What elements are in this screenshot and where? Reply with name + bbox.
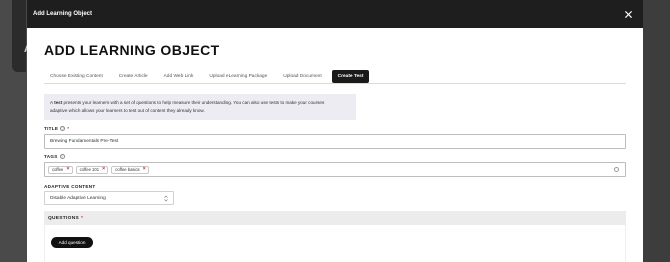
add-question-button[interactable]: Add question — [51, 237, 93, 248]
page-title: ADD LEARNING OBJECT — [44, 42, 220, 58]
adaptive-content-label-text: ADAPTIVE CONTENT — [44, 184, 96, 189]
add-learning-object-modal: Add Learning Object ADD LEARNING OBJECT … — [27, 0, 643, 262]
tag-label: coffee — [52, 167, 64, 172]
tags-status-icon — [614, 167, 619, 172]
tab-add-web-link[interactable]: Add Web Link — [158, 70, 200, 83]
background-sidebar — [12, 0, 26, 72]
tab-choose-existing-content[interactable]: Choose Existing Content — [44, 70, 109, 83]
tags-label-text: TAGS — [44, 154, 58, 159]
help-icon[interactable]: ? — [60, 126, 66, 131]
tag-chip: coffee 101 × — [75, 165, 109, 174]
modal-title: Add Learning Object — [33, 11, 93, 17]
adaptive-content-label: ADAPTIVE CONTENT — [44, 184, 96, 189]
modal-header: Add Learning Object — [27, 0, 643, 28]
tag-chip: coffee basics × — [111, 165, 149, 174]
adaptive-content-select[interactable]: Disable Adaptive Learning — [44, 191, 174, 205]
required-marker: * — [67, 126, 70, 131]
remove-tag-icon[interactable]: × — [102, 166, 105, 173]
questions-header: QUESTIONS * — [44, 211, 626, 225]
help-icon[interactable]: ? — [59, 154, 65, 159]
close-icon — [624, 10, 632, 18]
title-input[interactable]: Brewing Fundamentals Pre-Test — [44, 134, 626, 149]
title-label-text: TITLE — [44, 126, 59, 131]
test-info-box: A test presents your learners with a set… — [44, 94, 356, 120]
questions-area — [44, 225, 626, 262]
select-caret-icon — [164, 195, 168, 202]
adaptive-content-value: Disable Adaptive Learning — [50, 195, 106, 201]
tags-label: TAGS ? — [44, 154, 65, 159]
tab-bar: Choose Existing Content Create Article A… — [44, 69, 626, 84]
tag-label: coffee basics — [115, 167, 140, 172]
close-button[interactable] — [623, 9, 633, 19]
required-marker: * — [80, 215, 84, 221]
info-line-1: presents your learners with a set of que… — [62, 100, 325, 105]
info-line-2: adaptive which allows your learners to t… — [50, 107, 205, 113]
modal-body: ADD LEARNING OBJECT Choose Existing Cont… — [27, 28, 643, 262]
tab-upload-elearning-package[interactable]: Upload eLearning Package — [203, 70, 273, 83]
tags-input[interactable]: coffee × coffee 101 × coffee basics × — [44, 162, 626, 177]
remove-tag-icon[interactable]: × — [143, 166, 146, 173]
tag-label: coffee 101 — [79, 167, 100, 172]
tag-chip: coffee × — [48, 165, 73, 174]
remove-tag-icon[interactable]: × — [66, 166, 69, 173]
tab-create-article[interactable]: Create Article — [113, 70, 154, 83]
questions-label: QUESTIONS — [48, 215, 79, 221]
background-right-panel — [643, 0, 670, 262]
tab-upload-document[interactable]: Upload Document — [277, 70, 327, 83]
tab-create-test[interactable]: Create Test — [331, 69, 370, 83]
title-label: TITLE ? * — [44, 126, 69, 131]
